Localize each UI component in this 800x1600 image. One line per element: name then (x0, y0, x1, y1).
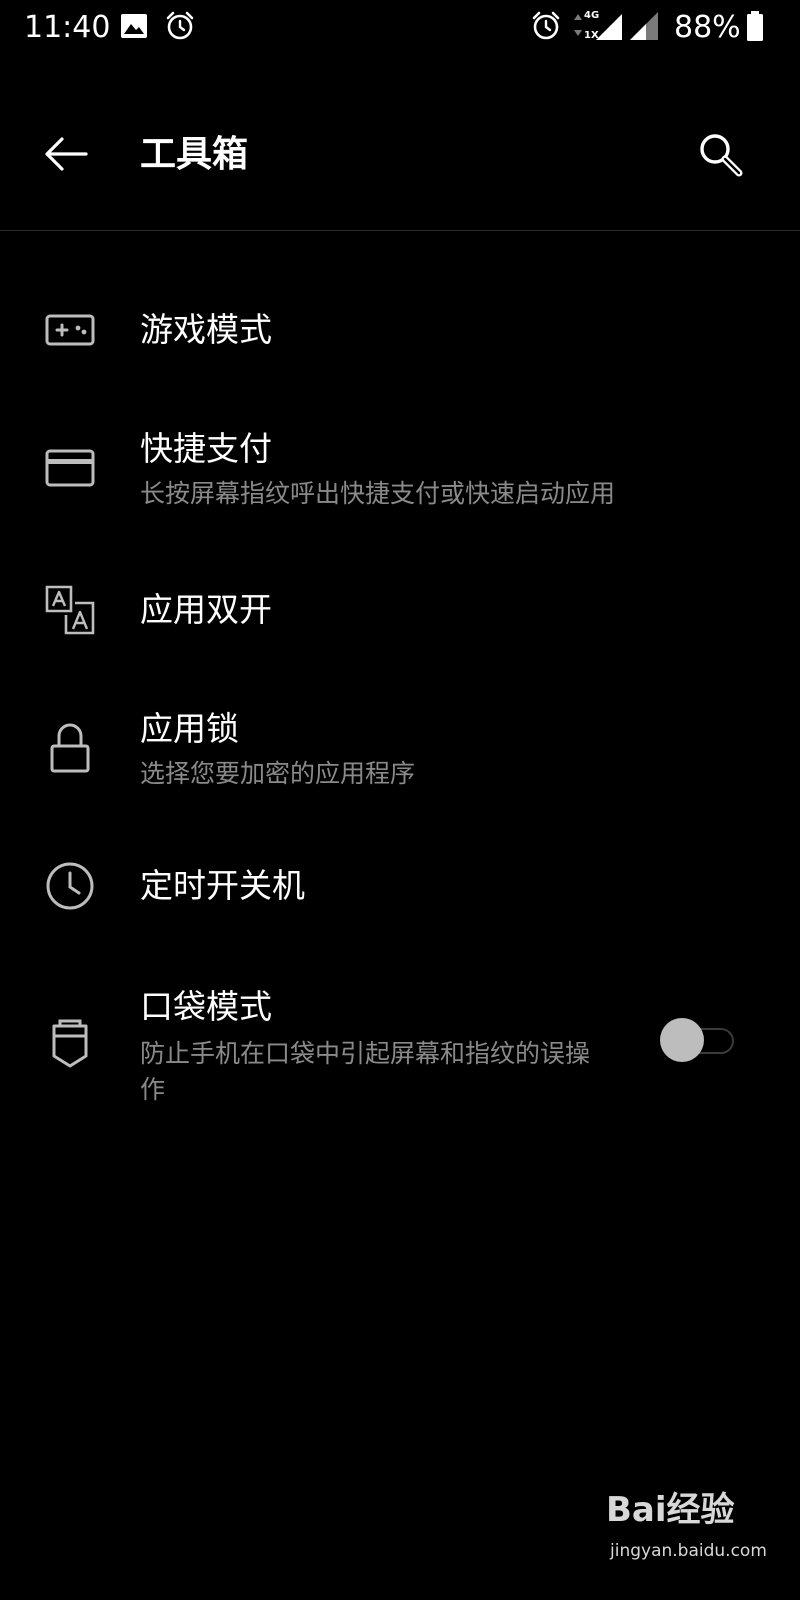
page-title: 工具箱 (140, 134, 249, 175)
lock-icon (40, 718, 100, 778)
item-title: 游戏模式 (140, 310, 272, 349)
credit-card-icon (40, 438, 100, 498)
pocket-icon (40, 1014, 100, 1074)
signal-icon (628, 10, 660, 42)
alarm-icon (530, 10, 562, 42)
network-type-label: 4G (584, 10, 600, 21)
list-item-game-mode[interactable]: 游戏模式 (0, 270, 800, 390)
divider (0, 230, 800, 231)
back-button[interactable] (36, 124, 96, 184)
watermark: Bai经验 jingyan.baidu.com (606, 1488, 776, 1578)
list-item-pocket-mode[interactable]: 口袋模式 防止手机在口袋中引起屏幕和指纹的误操作 (0, 950, 800, 1130)
network-sub-label: 1X (584, 30, 599, 41)
search-icon (700, 134, 743, 177)
arrow-left-icon (45, 137, 88, 171)
status-time: 11:40 (24, 10, 111, 45)
item-subtitle: 长按屏幕指纹呼出快捷支付或快速启动应用 (140, 479, 616, 508)
battery-icon (746, 10, 764, 42)
image-icon (118, 10, 150, 42)
item-title: 口袋模式 (140, 987, 272, 1026)
status-bar: 11:40 4G 1X 88% (0, 0, 800, 56)
app-bar: 工具箱 (0, 96, 800, 230)
list-item-dual-apps[interactable]: 应用双开 (0, 550, 800, 670)
list-item-scheduled-power[interactable]: 定时开关机 (0, 830, 800, 950)
alarm-icon (164, 10, 196, 42)
item-title: 快捷支付 (140, 429, 272, 468)
list-item-app-lock[interactable]: 应用锁 选择您要加密的应用程序 (0, 670, 800, 830)
search-button[interactable] (686, 120, 756, 190)
item-title: 定时开关机 (140, 866, 305, 905)
list-item-quick-pay[interactable]: 快捷支付 长按屏幕指纹呼出快捷支付或快速启动应用 (0, 390, 800, 550)
item-title: 应用锁 (140, 709, 239, 748)
item-subtitle: 选择您要加密的应用程序 (140, 759, 416, 788)
clock-icon (40, 856, 100, 916)
item-subtitle: 防止手机在口袋中引起屏幕和指纹的误操作 (140, 1039, 591, 1104)
watermark-url: jingyan.baidu.com (610, 1541, 767, 1561)
translate-icon (40, 580, 100, 640)
toggle-thumb (660, 1018, 704, 1062)
gamepad-icon (40, 300, 100, 360)
battery-percent: 88% (674, 10, 741, 45)
pocket-mode-toggle[interactable] (660, 1016, 736, 1064)
item-title: 应用双开 (140, 590, 272, 629)
watermark-brand: Bai经验 (606, 1490, 735, 1530)
